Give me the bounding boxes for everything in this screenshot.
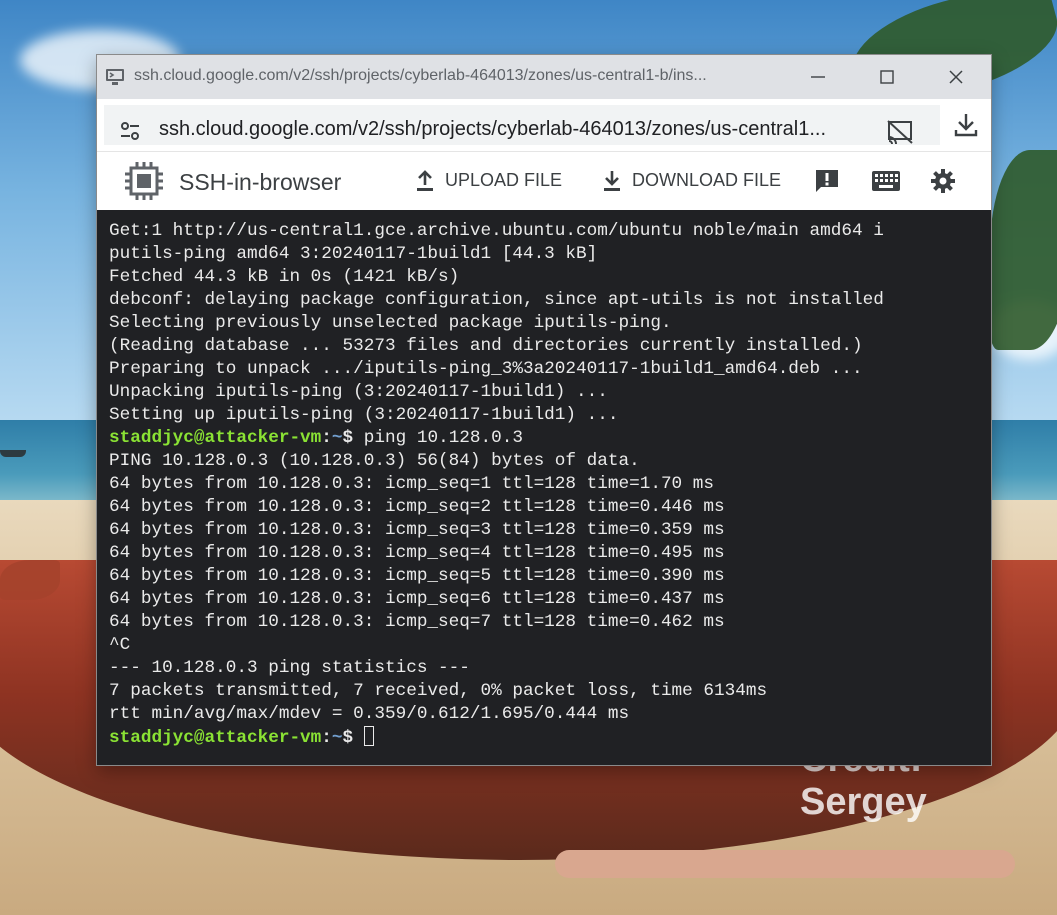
window-titlebar[interactable]: ssh.cloud.google.com/v2/ssh/projects/cyb…: [97, 55, 991, 99]
window-title: ssh.cloud.google.com/v2/ssh/projects/cyb…: [134, 67, 707, 84]
minimize-icon: [811, 76, 825, 78]
url-field[interactable]: ssh.cloud.google.com/v2/ssh/projects/cyb…: [104, 105, 940, 145]
prompt-path: ~: [331, 728, 343, 748]
close-button[interactable]: [933, 61, 979, 93]
terminal-prompt-line[interactable]: staddjyc@attacker-vm:~$: [109, 726, 991, 749]
upload-file-button[interactable]: UPLOAD FILE: [415, 169, 562, 191]
terminal-output-line: 64 bytes from 10.128.0.3: icmp_seq=2 ttl…: [109, 497, 725, 517]
download-icon: [604, 171, 620, 191]
settings-button[interactable]: [929, 167, 957, 195]
terminal-output-line: --- 10.128.0.3 ping statistics ---: [109, 658, 470, 678]
terminal-line: Unpacking iputils-ping (3:20240117-1buil…: [109, 382, 608, 402]
app-title: SSH-in-browser: [179, 169, 342, 195]
address-bar: ssh.cloud.google.com/v2/ssh/projects/cyb…: [97, 99, 991, 151]
close-icon: [949, 70, 963, 84]
terminal-line: (Reading database ... 53273 files and di…: [109, 336, 863, 356]
terminal-output-line: 64 bytes from 10.128.0.3: icmp_seq=1 ttl…: [109, 474, 715, 494]
terminal-line: putils-ping amd64 3:20240117-1build1 [44…: [109, 244, 598, 264]
prompt-user-host: staddjyc@attacker-vm: [109, 728, 322, 748]
settings-icon: [931, 169, 955, 193]
terminal-line: Get:1 http://us-central1.gce.archive.ubu…: [109, 221, 884, 241]
feedback-icon: [816, 170, 838, 192]
prompt-user-host: staddjyc@attacker-vm: [109, 428, 322, 448]
feedback-button[interactable]: [813, 167, 841, 195]
terminal-output-line: 64 bytes from 10.128.0.3: icmp_seq=6 ttl…: [109, 589, 725, 609]
minimize-button[interactable]: [795, 61, 841, 93]
prompt-symbol: $: [342, 428, 364, 448]
maximize-icon: [880, 70, 894, 84]
ssh-toolbar: SSH-in-browser UPLOAD FILE DOWNLOAD FILE: [97, 151, 991, 210]
tune-icon[interactable]: [118, 119, 142, 143]
terminal-line: Fetched 44.3 kB in 0s (1421 kB/s): [109, 267, 460, 287]
url-text: ssh.cloud.google.com/v2/ssh/projects/cyb…: [159, 118, 827, 140]
terminal-output-line: PING 10.128.0.3 (10.128.0.3) 56(84) byte…: [109, 451, 640, 471]
ssh-browser-window: ssh.cloud.google.com/v2/ssh/projects/cyb…: [97, 55, 991, 765]
terminal-command: ping 10.128.0.3: [363, 428, 523, 448]
terminal-line: Setting up iputils-ping (3:20240117-1bui…: [109, 405, 619, 425]
keyboard-button[interactable]: [870, 167, 902, 195]
terminal-line: Selecting previously unselected package …: [109, 313, 672, 333]
terminal-cursor[interactable]: [363, 726, 374, 746]
maximize-button[interactable]: [864, 61, 910, 93]
prompt-separator: :: [321, 428, 332, 448]
download-icon[interactable]: [953, 111, 979, 139]
terminal-output-line: 7 packets transmitted, 7 received, 0% pa…: [109, 681, 768, 701]
prompt-separator: :: [321, 728, 332, 748]
prompt-symbol: $: [342, 728, 364, 748]
upload-icon: [417, 170, 433, 191]
keyboard-icon: [872, 171, 900, 191]
terminal-output-line: 64 bytes from 10.128.0.3: icmp_seq=4 ttl…: [109, 543, 725, 563]
download-file-button[interactable]: DOWNLOAD FILE: [602, 169, 781, 191]
monitor-icon: [106, 69, 124, 85]
chip-icon: [125, 162, 163, 200]
upload-file-label: UPLOAD FILE: [445, 169, 563, 190]
terminal-line: debconf: delaying package configuration,…: [109, 290, 884, 310]
terminal-output-line: 64 bytes from 10.128.0.3: icmp_seq=3 ttl…: [109, 520, 725, 540]
prompt-path: ~: [331, 428, 343, 448]
download-file-label: DOWNLOAD FILE: [632, 169, 782, 190]
cast-off-icon[interactable]: [886, 119, 914, 145]
terminal-output-line: ^C: [109, 635, 131, 655]
terminal-output-line: rtt min/avg/max/mdev = 0.359/0.612/1.695…: [109, 704, 630, 724]
terminal[interactable]: Get:1 http://us-central1.gce.archive.ubu…: [97, 210, 991, 765]
terminal-output-line: 64 bytes from 10.128.0.3: icmp_seq=5 ttl…: [109, 566, 725, 586]
terminal-output-line: 64 bytes from 10.128.0.3: icmp_seq=7 ttl…: [109, 612, 725, 632]
terminal-command-line: staddjyc@attacker-vm:~$ ping 10.128.0.3: [109, 427, 991, 450]
terminal-line: Preparing to unpack .../iputils-ping_3%3…: [109, 359, 863, 379]
